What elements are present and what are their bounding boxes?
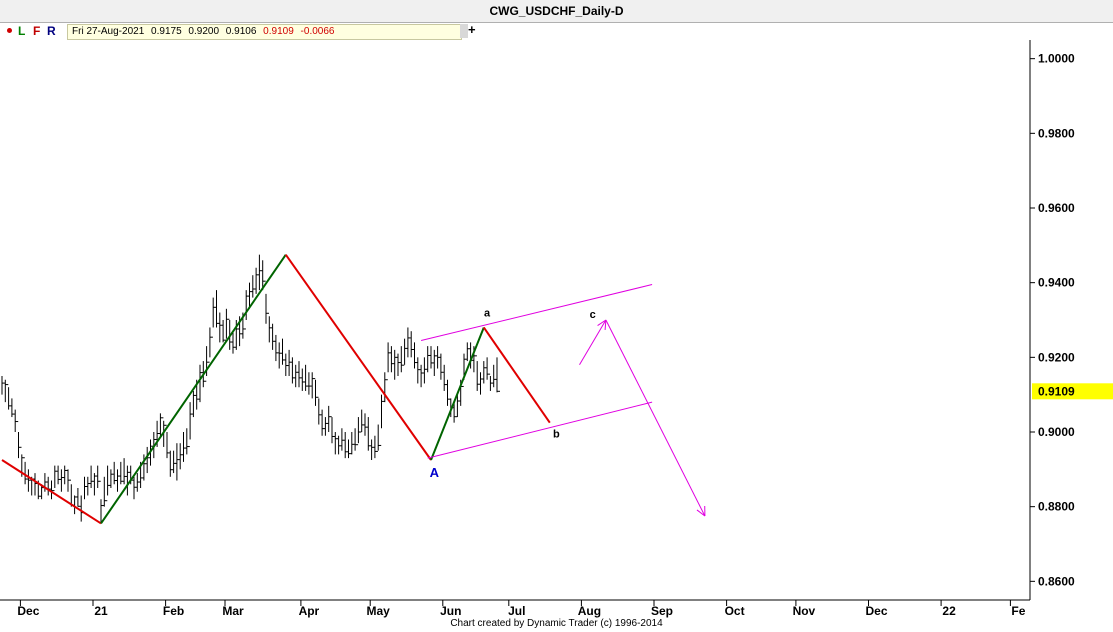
- y-tick-label: 0.8800: [1038, 500, 1075, 514]
- y-tick-label: 0.9000: [1038, 425, 1075, 439]
- x-tick-label: May: [367, 604, 391, 618]
- y-tick-label: 1.0000: [1038, 52, 1075, 66]
- wave-label: b: [553, 429, 560, 441]
- x-tick-label: Nov: [793, 604, 816, 618]
- wave-label: c: [590, 309, 596, 321]
- x-tick-label: Dec: [865, 604, 887, 618]
- x-tick-label: Jun: [440, 604, 461, 618]
- x-tick-label: Mar: [222, 604, 244, 618]
- x-tick-label: Fe: [1011, 604, 1025, 618]
- up-wave-line: [430, 327, 485, 461]
- price-chart: a b c A 1.0000 0.9800 0.9600 0.9400 0.9200 0.900…: [0, 40, 1113, 618]
- wave-label: A: [430, 465, 440, 480]
- x-tick-label: Apr: [299, 604, 320, 618]
- chart-footer: Chart created by Dynamic Trader (c) 1996…: [450, 618, 663, 629]
- x-tick-label: Feb: [163, 604, 184, 618]
- projection-line: [605, 319, 706, 517]
- channel-line: [427, 401, 653, 459]
- last-price-label: 0.9109: [1038, 384, 1075, 398]
- y-tick-label: 0.8600: [1038, 574, 1075, 588]
- y-tick-label: 0.9400: [1038, 276, 1075, 290]
- x-tick-label: 22: [942, 604, 956, 618]
- x-tick-label: Jul: [508, 604, 525, 618]
- channel-line: [420, 284, 653, 342]
- x-tick-label: Aug: [578, 604, 601, 618]
- y-tick-label: 0.9200: [1038, 350, 1075, 364]
- projection-line: [579, 319, 607, 366]
- down-wave-line: [1, 459, 102, 525]
- y-tick-label: 0.9600: [1038, 201, 1075, 215]
- x-tick-label: Sep: [651, 604, 673, 618]
- y-tick-label: 0.9800: [1038, 126, 1075, 140]
- up-wave-line: [100, 254, 287, 525]
- x-tick-label: Oct: [725, 604, 745, 618]
- wave-label: a: [484, 307, 491, 319]
- x-tick-label: Dec: [17, 604, 39, 618]
- x-tick-label: 21: [94, 604, 108, 618]
